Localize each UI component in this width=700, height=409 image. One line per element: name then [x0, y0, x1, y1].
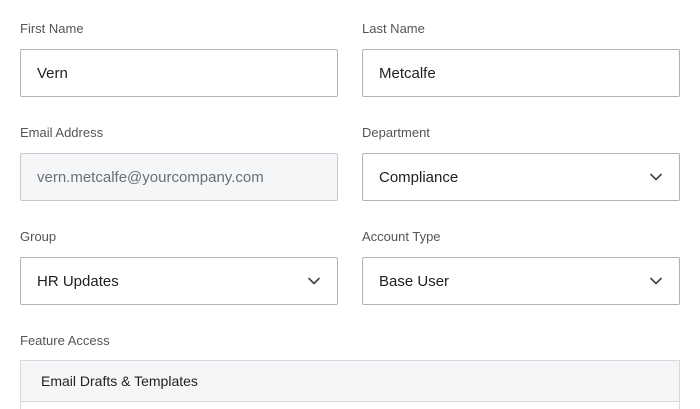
department-selected-value: Compliance — [379, 168, 459, 186]
group-selected-value: HR Updates — [37, 272, 119, 290]
feature-access-item-label: Email Drafts & Templates — [41, 373, 198, 389]
email-readonly-field: vern.metcalfe@yourcompany.com — [20, 153, 338, 201]
chevron-down-icon — [649, 170, 663, 184]
group-select[interactable]: HR Updates — [20, 257, 338, 305]
first-name-field-group: First Name — [20, 21, 338, 97]
feature-access-item-partial — [21, 402, 679, 409]
group-field-group: Group HR Updates — [20, 229, 338, 305]
feature-access-item[interactable]: Email Drafts & Templates — [21, 361, 679, 402]
feature-access-list: Email Drafts & Templates — [20, 360, 680, 409]
account-type-select[interactable]: Base User — [362, 257, 680, 305]
chevron-down-icon — [649, 274, 663, 288]
first-name-label: First Name — [20, 21, 84, 36]
account-type-field-group: Account Type Base User — [362, 229, 680, 305]
email-label: Email Address — [20, 125, 104, 140]
account-type-selected-value: Base User — [379, 272, 450, 290]
department-field-group: Department Compliance — [362, 125, 680, 201]
account-type-label: Account Type — [362, 229, 441, 244]
email-field-group: Email Address vern.metcalfe@yourcompany.… — [20, 125, 338, 201]
last-name-label: Last Name — [362, 21, 425, 36]
last-name-field-group: Last Name — [362, 21, 680, 97]
chevron-down-icon — [307, 274, 321, 288]
department-label: Department — [362, 125, 430, 140]
feature-access-label: Feature Access — [20, 333, 110, 348]
group-label: Group — [20, 229, 57, 244]
user-profile-form: First Name Last Name Email Address vern.… — [0, 0, 700, 409]
last-name-input[interactable] — [362, 49, 680, 97]
email-value: vern.metcalfe@yourcompany.com — [37, 168, 264, 186]
department-select[interactable]: Compliance — [362, 153, 680, 201]
first-name-input[interactable] — [20, 49, 338, 97]
